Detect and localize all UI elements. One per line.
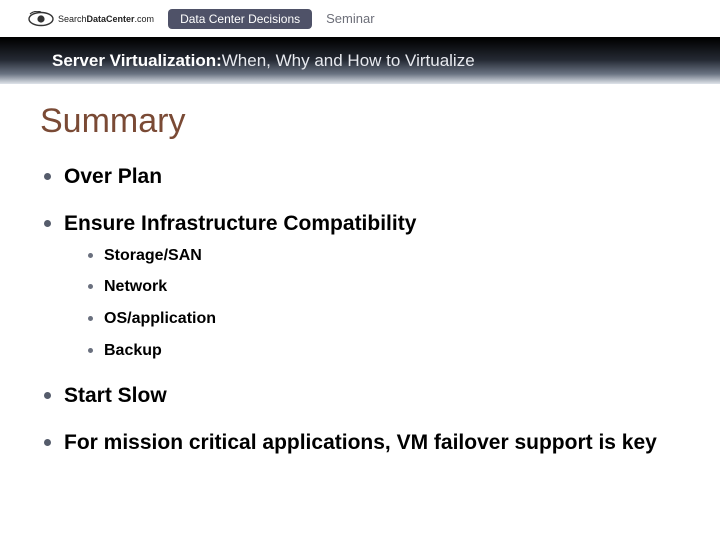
sub-bullet-item: Network: [64, 277, 680, 298]
bullet-item: For mission critical applications, VM fa…: [40, 429, 680, 456]
sub-bullet-item: Storage/SAN: [64, 246, 680, 267]
bullet-item: Start Slow: [40, 382, 680, 409]
subtitle-strong: Server Virtualization:: [52, 51, 222, 71]
sub-bullet-text: OS/application: [104, 310, 216, 327]
bullet-list: Over Plan Ensure Infrastructure Compatib…: [40, 163, 680, 456]
sub-bullet-text: Network: [104, 278, 167, 295]
seminar-label: Seminar: [326, 11, 374, 26]
bullet-item: Ensure Infrastructure Compatibility Stor…: [40, 210, 680, 361]
sub-bullet-list: Storage/SAN Network OS/application Backu…: [64, 246, 680, 362]
subtitle-band: Server Virtualization: When, Why and How…: [0, 38, 720, 84]
content-area: Summary Over Plan Ensure Infrastructure …: [0, 84, 720, 540]
bullet-item: Over Plan: [40, 163, 680, 190]
eye-icon: [28, 11, 54, 27]
bullet-text: Over Plan: [64, 165, 162, 188]
logo-prefix: Search: [58, 14, 87, 24]
logo-mid: DataCenter: [87, 14, 135, 24]
top-band: SearchDataCenter.com Data Center Decisio…: [0, 0, 720, 38]
logo-searchdatacenter: SearchDataCenter.com: [28, 11, 154, 27]
pill-data-center-decisions: Data Center Decisions: [168, 9, 312, 29]
slide-heading: Summary: [40, 102, 680, 141]
slide: SearchDataCenter.com Data Center Decisio…: [0, 0, 720, 540]
sub-bullet-text: Storage/SAN: [104, 247, 202, 264]
logo-text: SearchDataCenter.com: [58, 14, 154, 24]
subtitle-rest: When, Why and How to Virtualize: [222, 51, 475, 71]
bullet-text: For mission critical applications, VM fa…: [64, 431, 657, 454]
logo-suffix: .com: [135, 14, 155, 24]
sub-bullet-item: Backup: [64, 341, 680, 362]
bullet-text: Ensure Infrastructure Compatibility: [64, 212, 416, 235]
sub-bullet-text: Backup: [104, 342, 162, 359]
sub-bullet-item: OS/application: [64, 309, 680, 330]
bullet-text: Start Slow: [64, 384, 167, 407]
